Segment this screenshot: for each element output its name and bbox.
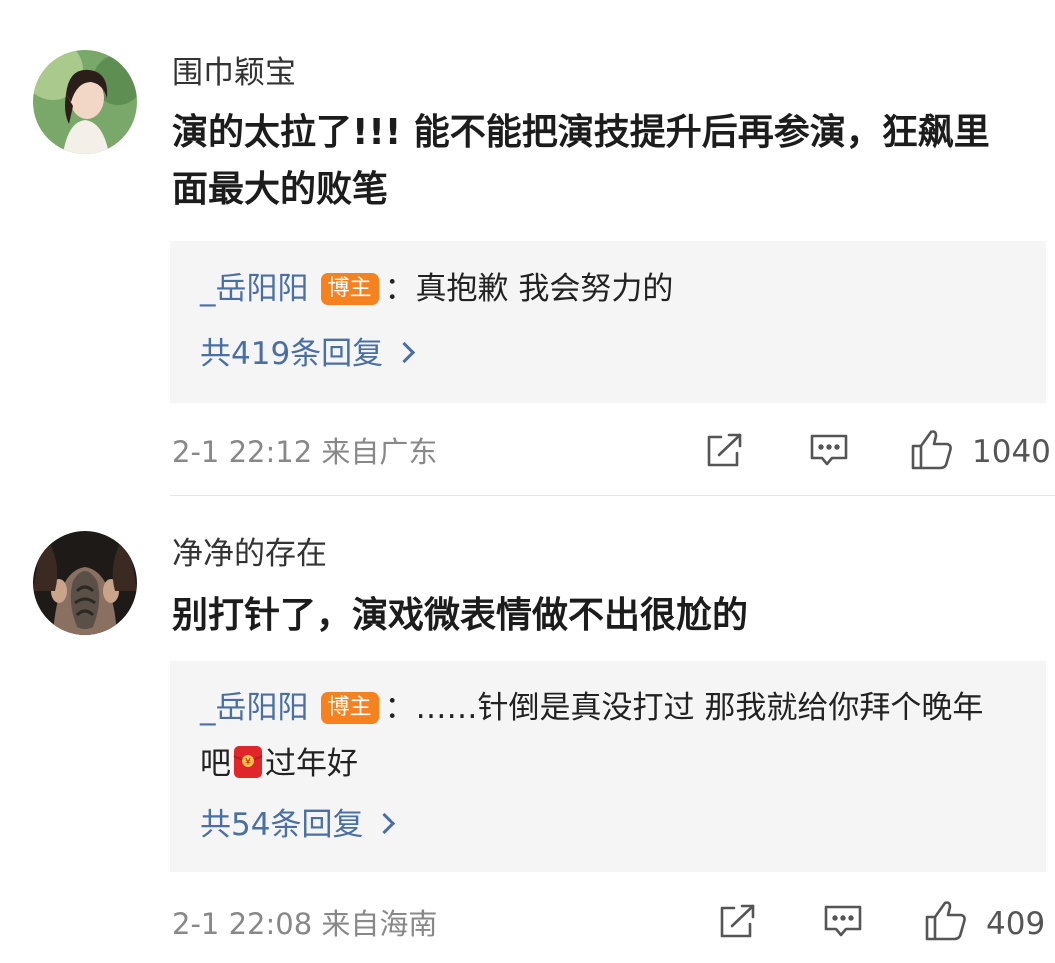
share-button[interactable] <box>716 902 758 942</box>
share-icon <box>707 433 742 467</box>
reply-count-link[interactable]: 共419条回复 <box>200 334 416 374</box>
chevron-right-icon <box>394 341 416 364</box>
like-count: 1040 <box>972 434 1051 470</box>
like-count: 409 <box>986 906 1046 942</box>
comment-item: 净净的存在 别打针了，演戏微表情做不出很尬的 _岳阳阳 博主 ：……针倒是真没打过 … <box>0 496 1055 963</box>
comment-icon <box>824 905 862 937</box>
share-icon <box>720 904 755 938</box>
avatar[interactable] <box>33 531 137 635</box>
reply-text-tail: 过年好 <box>265 746 358 782</box>
blogger-badge: 博主 <box>320 273 379 305</box>
reply-count-link[interactable]: 共54条回复 <box>200 805 396 845</box>
comment-meta: 2-1 22:08 来自海南 <box>172 907 438 941</box>
comment-meta: 2-1 22:12 来自广东 <box>172 435 438 469</box>
comment-text: 别打针了，演戏微表情做不出很尬的 <box>172 595 749 636</box>
comment-button[interactable] <box>808 432 850 470</box>
like-button[interactable] <box>909 428 955 472</box>
comment-button[interactable] <box>822 903 864 941</box>
share-button[interactable] <box>703 431 745 471</box>
reply-author[interactable]: _岳阳阳 <box>200 690 309 726</box>
red-envelope-emoji: ¥ <box>233 746 263 778</box>
reply-line: _岳阳阳 博主 ：……针倒是真没打过 那我就给你拜个晚年吧 ¥ 过年好 <box>200 680 1010 792</box>
comment-item: 围巾颖宝 演的太拉了!!! 能不能把演技提升后再参演，狂飙里面最大的败笔 _岳阳… <box>0 0 1055 496</box>
comment-author[interactable]: 净净的存在 <box>172 534 327 574</box>
reply-preview[interactable]: _岳阳阳 博主 ：……针倒是真没打过 那我就给你拜个晚年吧 ¥ 过年好 共54条回复 <box>170 661 1046 872</box>
reply-count: 共54条回复 <box>200 807 364 843</box>
chevron-right-icon <box>374 812 396 835</box>
svg-text:¥: ¥ <box>245 758 251 768</box>
like-icon <box>925 901 966 941</box>
like-button[interactable] <box>923 899 969 943</box>
reply-count: 共419条回复 <box>200 336 384 372</box>
avatar[interactable] <box>33 50 137 154</box>
comment-text: 演的太拉了!!! 能不能把演技提升后再参演，狂飙里面最大的败笔 <box>172 112 990 210</box>
blogger-badge: 博主 <box>320 692 379 724</box>
reply-preview[interactable]: _岳阳阳 博主 ：真抱歉 我会努力的 共419条回复 <box>170 241 1046 403</box>
comment-author[interactable]: 围巾颖宝 <box>172 53 296 93</box>
reply-line: _岳阳阳 博主 ：真抱歉 我会努力的 <box>200 261 1010 317</box>
like-icon <box>911 430 952 470</box>
reply-text: ：真抱歉 我会努力的 <box>384 271 674 307</box>
comment-icon <box>810 434 848 466</box>
reply-author[interactable]: _岳阳阳 <box>200 271 309 307</box>
